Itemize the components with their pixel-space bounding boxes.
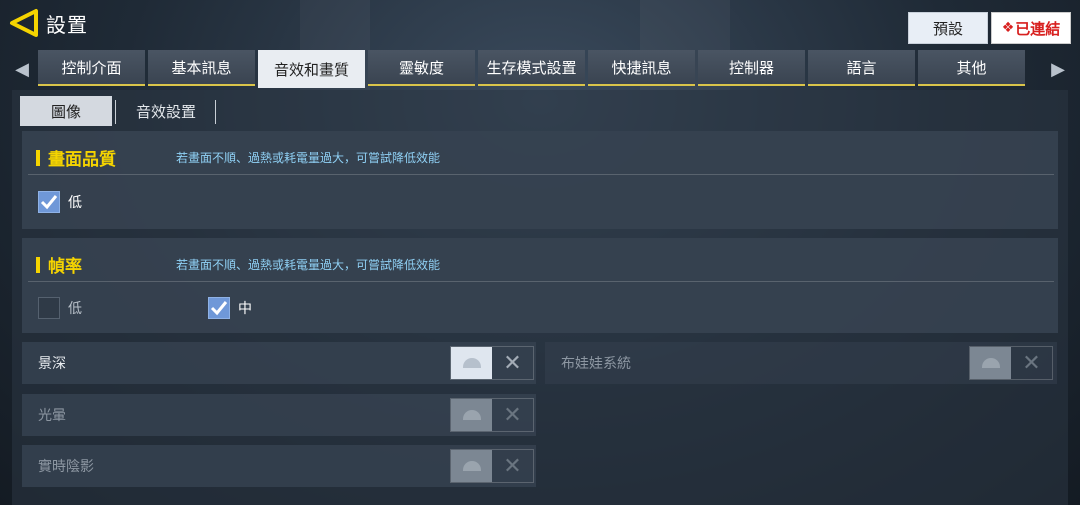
toggle-knob bbox=[451, 399, 492, 431]
close-icon: ✕ bbox=[503, 350, 522, 376]
section-marker bbox=[36, 256, 40, 273]
tab-audio-graphics[interactable]: 音效和畫質 bbox=[258, 50, 365, 88]
subtab-divider bbox=[115, 100, 116, 124]
option-label: 中 bbox=[238, 301, 252, 317]
framerate-hint: 若畫面不順、過熱或耗電量過大，可嘗試降低效能 bbox=[176, 258, 441, 272]
option-label: 低 bbox=[68, 195, 82, 211]
toggle-knob bbox=[451, 450, 492, 482]
close-icon: ✕ bbox=[503, 402, 522, 428]
divider bbox=[28, 174, 1054, 175]
toggle-knob bbox=[451, 347, 492, 379]
garena-icon: ❖ bbox=[1001, 20, 1015, 36]
main-tabs: 控制介面 基本訊息 音效和畫質 靈敏度 生存模式設置 快捷訊息 控制器 語言 其… bbox=[38, 50, 1025, 88]
checkbox-checked-icon[interactable] bbox=[208, 297, 230, 319]
divider bbox=[28, 281, 1054, 282]
tab-language[interactable]: 語言 bbox=[808, 50, 915, 86]
tab-other[interactable]: 其他 bbox=[918, 50, 1025, 86]
framerate-title: 幀率 bbox=[48, 257, 82, 277]
section-marker bbox=[36, 149, 40, 166]
back-button[interactable]: 設置 bbox=[8, 4, 108, 42]
depth-of-field-label: 景深 bbox=[38, 356, 66, 372]
tab-basic-info[interactable]: 基本訊息 bbox=[148, 50, 255, 86]
tab-survival-mode[interactable]: 生存模式設置 bbox=[478, 50, 585, 86]
option-label: 低 bbox=[68, 301, 82, 317]
bloom-row: 光暈 ✕ bbox=[22, 394, 536, 436]
realtime-shadow-label: 實時陰影 bbox=[38, 459, 94, 475]
checkbox-checked-icon[interactable] bbox=[38, 191, 60, 213]
framerate-card: 幀率 若畫面不順、過熱或耗電量過大，可嘗試降低效能 低 中 bbox=[22, 238, 1058, 333]
depth-of-field-row: 景深 ✕ bbox=[22, 342, 536, 384]
ragdoll-row: 布娃娃系統 ✕ bbox=[545, 342, 1057, 384]
framerate-option-low[interactable]: 低 bbox=[38, 297, 82, 319]
tab-control-interface[interactable]: 控制介面 bbox=[38, 50, 145, 86]
linked-label: 已連結 bbox=[1015, 19, 1061, 38]
close-icon: ✕ bbox=[503, 453, 522, 479]
tab-sensitivity[interactable]: 靈敏度 bbox=[368, 50, 475, 86]
quality-hint: 若畫面不順、過熱或耗電量過大，可嘗試降低效能 bbox=[176, 151, 441, 165]
bloom-toggle[interactable]: ✕ bbox=[450, 398, 534, 432]
tab-quick-messages[interactable]: 快捷訊息 bbox=[588, 50, 695, 86]
realtime-shadow-row: 實時陰影 ✕ bbox=[22, 445, 536, 487]
linked-account-button[interactable]: ❖ 已連結 bbox=[991, 12, 1071, 44]
quality-title: 畫面品質 bbox=[48, 150, 116, 170]
framerate-option-medium[interactable]: 中 bbox=[208, 297, 252, 319]
checkbox-unchecked-icon[interactable] bbox=[38, 297, 60, 319]
ragdoll-label: 布娃娃系統 bbox=[561, 356, 631, 372]
subtab-image[interactable]: 圖像 bbox=[20, 96, 112, 126]
tab-prev-icon[interactable]: ◀ bbox=[14, 56, 30, 82]
tab-controller[interactable]: 控制器 bbox=[698, 50, 805, 86]
quality-option-low[interactable]: 低 bbox=[38, 191, 82, 213]
preset-button[interactable]: 預設 bbox=[908, 12, 988, 44]
back-arrow-icon bbox=[10, 9, 38, 37]
page-title: 設置 bbox=[46, 12, 88, 37]
subtab-divider bbox=[215, 100, 216, 124]
ragdoll-toggle[interactable]: ✕ bbox=[969, 346, 1053, 380]
depth-of-field-toggle[interactable]: ✕ bbox=[450, 346, 534, 380]
quality-card: 畫面品質 若畫面不順、過熱或耗電量過大，可嘗試降低效能 低 bbox=[22, 131, 1058, 229]
subtab-sound[interactable]: 音效設置 bbox=[118, 96, 214, 126]
realtime-shadow-toggle[interactable]: ✕ bbox=[450, 449, 534, 483]
bloom-label: 光暈 bbox=[38, 408, 66, 424]
toggle-knob bbox=[970, 347, 1011, 379]
close-icon: ✕ bbox=[1022, 350, 1041, 376]
tab-next-icon[interactable]: ▶ bbox=[1050, 56, 1066, 82]
